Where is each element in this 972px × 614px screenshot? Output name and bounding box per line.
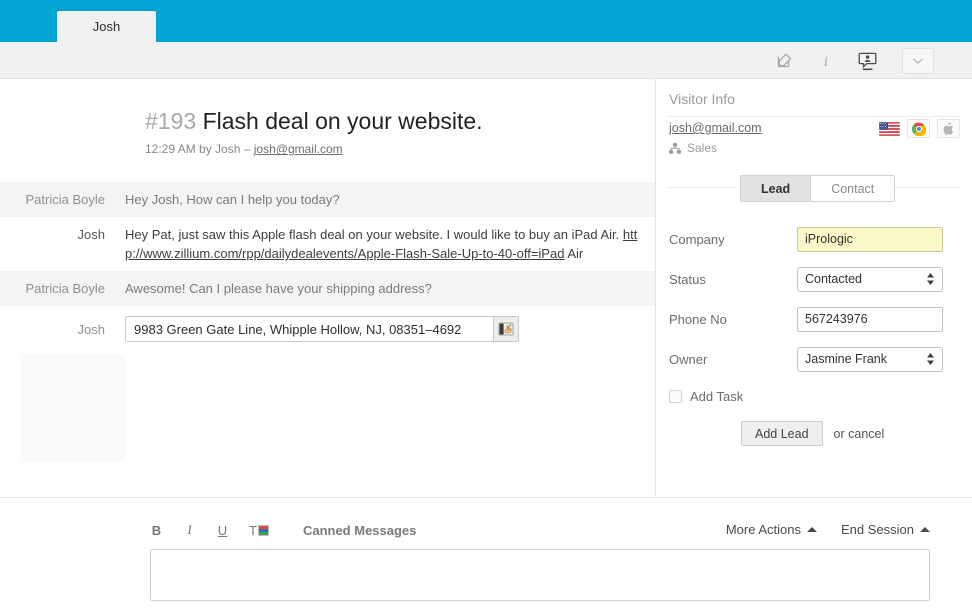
visitor-department-label: Sales	[687, 141, 718, 155]
message-sender: Josh	[77, 321, 105, 337]
end-session-label: End Session	[841, 522, 914, 537]
meta-dash: –	[243, 142, 251, 157]
compose-icon[interactable]	[772, 49, 796, 73]
composer-actions: More Actions End Session	[726, 522, 930, 537]
more-actions-label: More Actions	[725, 522, 801, 537]
tab-contact-label: Contact	[831, 181, 875, 196]
message-text: Awesome! Can I please have your shipping…	[125, 281, 432, 296]
lead-contact-tabs: Lead Contact	[740, 175, 896, 202]
tab-contact[interactable]: Contact	[811, 176, 895, 201]
visitor-chat-icon[interactable]	[856, 49, 880, 73]
form-row-company: Company	[657, 219, 972, 259]
ticket-number: #193	[145, 108, 197, 134]
lead-submit-row: Add Lead or cancel	[741, 421, 884, 446]
tab-lead[interactable]: Lead	[741, 176, 812, 201]
conversation-pane: #193 Flash deal on your website. 12:29 A…	[0, 79, 656, 496]
shipping-address-input[interactable]	[125, 316, 493, 342]
tab-lead-label: Lead	[761, 181, 791, 196]
chat-tab-strip: Josh	[0, 0, 972, 42]
company-input[interactable]	[797, 226, 943, 252]
chevron-down-icon[interactable]	[902, 47, 934, 74]
visitor-info-title: Visitor Info	[669, 91, 735, 107]
status-select[interactable]: Contacted	[797, 266, 943, 292]
visitor-info-divider	[668, 116, 960, 117]
main-content: #193 Flash deal on your website. 12:29 A…	[0, 79, 972, 614]
message-sender: Patricia Boyle	[25, 192, 105, 207]
info-icon[interactable]: i	[814, 49, 838, 73]
formatting-toolbar: B I U T Canned Messages	[150, 522, 417, 538]
conversation-email-link[interactable]: josh@gmail.com	[254, 142, 343, 156]
form-row-phone: Phone No	[657, 299, 972, 339]
caret-up-icon	[920, 527, 930, 532]
message-row: Josh Hey Pat, just saw this Apple flash …	[0, 217, 655, 271]
add-task-label: Add Task	[690, 389, 744, 404]
visitor-email-link[interactable]: josh@gmail.com	[669, 121, 762, 135]
owner-value: Jasmine Frank	[805, 352, 887, 366]
conversation-header: #193 Flash deal on your website. 12:29 A…	[145, 108, 645, 156]
conversation-meta: 12:29 AM by Josh – josh@gmail.com	[145, 142, 645, 156]
toolbar-icon-group: i	[772, 42, 934, 79]
status-label: Status	[669, 271, 706, 287]
message-text: Hey Pat, just saw this Apple flash deal …	[125, 225, 655, 263]
message-sender: Josh	[77, 227, 105, 242]
page-title: #193 Flash deal on your website.	[145, 108, 645, 134]
message-composer: B I U T Canned Messages More Actions End…	[0, 497, 972, 614]
message-text: Hey Josh, How can I help you today?	[125, 192, 340, 207]
hand-stamp-icon	[498, 322, 514, 336]
message-text-after: Air	[564, 246, 584, 261]
us-flag-icon	[878, 120, 900, 137]
form-row-status: Status Contacted	[657, 259, 972, 299]
bold-button[interactable]: B	[150, 523, 163, 538]
chrome-browser-icon	[907, 119, 930, 138]
text-color-button[interactable]: T	[249, 523, 269, 538]
owner-select[interactable]: Jasmine Frank	[797, 346, 943, 372]
canned-messages-button[interactable]: Canned Messages	[303, 523, 416, 538]
message-row: Patricia Boyle Awesome! Can I please hav…	[0, 271, 655, 306]
address-stamp-button[interactable]	[493, 316, 519, 342]
message-list: Patricia Boyle Hey Josh, How can I help …	[0, 182, 655, 354]
stepper-arrows-icon	[926, 353, 935, 366]
apple-os-icon	[937, 119, 960, 138]
more-actions-button[interactable]: More Actions	[726, 522, 817, 537]
phone-label: Phone No	[669, 311, 727, 327]
message-text-before: Hey Pat, just saw this Apple flash deal …	[125, 227, 623, 242]
owner-label: Owner	[669, 351, 708, 367]
add-task-row: Add Task	[657, 389, 972, 404]
conversation-timestamp: 12:29 AM by Josh	[145, 142, 241, 157]
tab-rule-left	[668, 187, 736, 188]
underline-button[interactable]: U	[216, 523, 229, 538]
caret-up-icon	[807, 527, 817, 532]
add-lead-button[interactable]: Add Lead	[741, 421, 823, 446]
visitor-badges	[878, 119, 960, 138]
text-color-label: T	[249, 522, 257, 538]
status-value: Contacted	[805, 272, 862, 286]
chat-tab-josh[interactable]: Josh	[57, 11, 156, 42]
secondary-toolbar: i	[0, 42, 972, 79]
conversation-subject: Flash deal on your website.	[202, 108, 483, 134]
add-task-checkbox[interactable]	[669, 390, 682, 403]
address-entry-row: Josh	[0, 306, 655, 354]
italic-button[interactable]: I	[183, 522, 196, 538]
lead-form: Company Status Contacted	[657, 219, 972, 404]
visitor-department: Sales	[669, 141, 717, 155]
chat-tab-label: Josh	[92, 19, 121, 34]
svg-text:i: i	[824, 54, 828, 70]
message-input[interactable]	[150, 549, 930, 601]
sitemap-icon	[669, 142, 681, 154]
visitor-info-panel: Visitor Info josh@gmail.com Sales Lead C…	[657, 79, 972, 496]
end-session-button[interactable]: End Session	[841, 522, 930, 537]
address-field-group	[125, 316, 655, 342]
live-chat-console: Josh i #193 Flash deal on your website. …	[0, 0, 972, 614]
phone-input[interactable]	[797, 306, 943, 332]
message-sender: Patricia Boyle	[25, 281, 105, 296]
color-swatch-icon	[257, 524, 269, 536]
message-row: Patricia Boyle Hey Josh, How can I help …	[0, 182, 655, 217]
form-row-owner: Owner Jasmine Frank	[657, 339, 972, 379]
cancel-link[interactable]: or cancel	[834, 427, 885, 441]
company-label: Company	[669, 231, 725, 247]
stepper-arrows-icon	[926, 273, 935, 286]
